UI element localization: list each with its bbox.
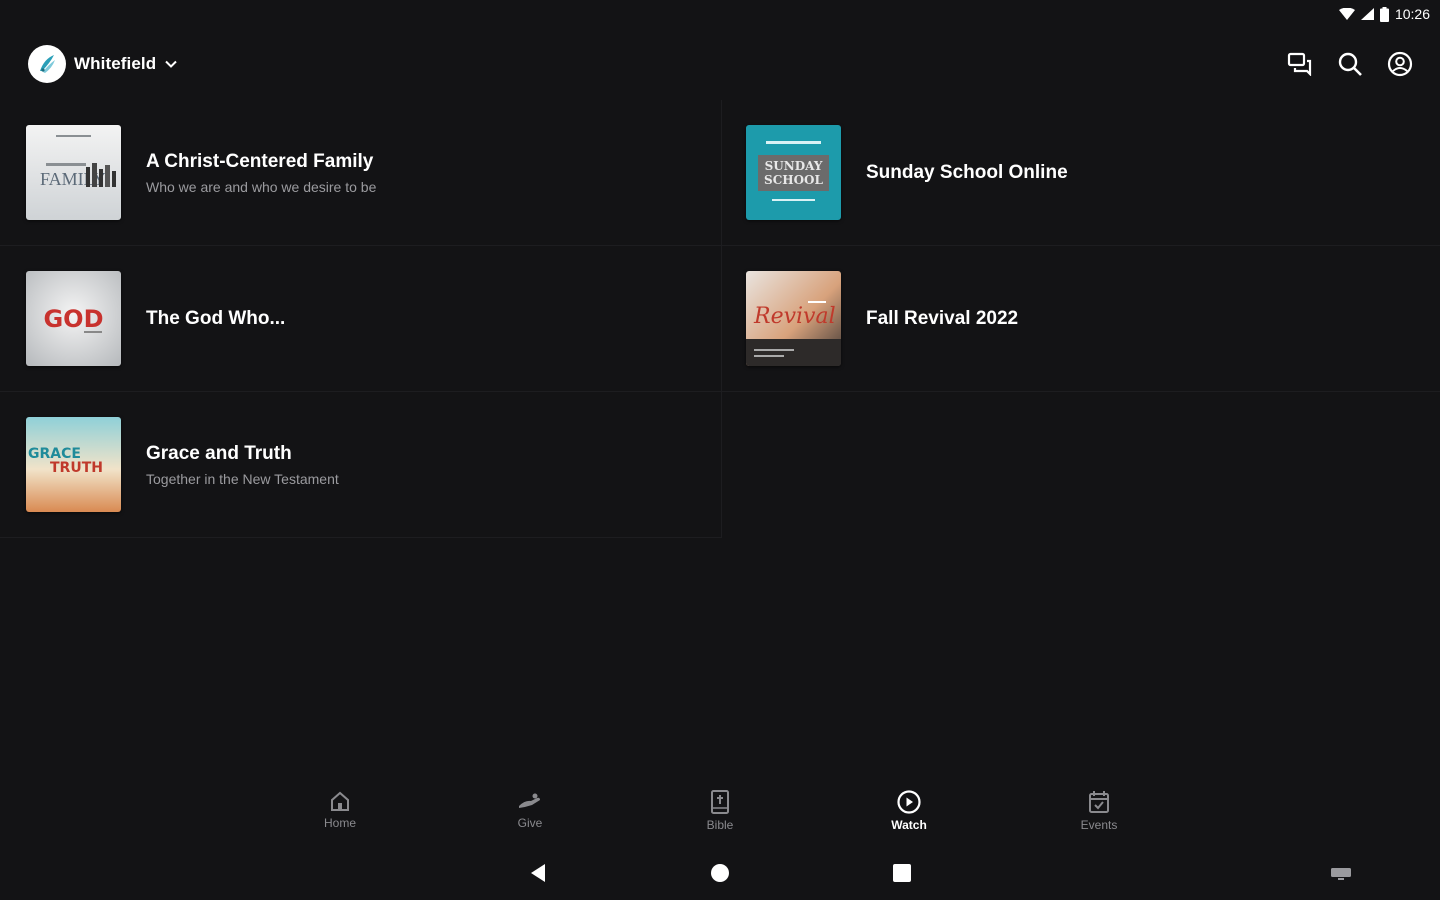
system-back-button[interactable]: [528, 862, 548, 889]
church-switcher[interactable]: Whitefield: [28, 45, 178, 83]
series-subtitle: Together in the New Testament: [146, 470, 339, 487]
status-bar: 10:26: [1300, 0, 1440, 28]
svg-text:GOD: GOD: [43, 305, 103, 333]
app-bar: Whitefield: [0, 40, 1440, 88]
nav-watch-label: Watch: [891, 818, 927, 832]
chat-button[interactable]: [1286, 50, 1314, 78]
series-title: Sunday School Online: [866, 161, 1068, 183]
series-card-grace-and-truth[interactable]: GRACE TRUTH Grace and Truth Together in …: [0, 392, 722, 538]
play-circle-icon: [897, 790, 921, 814]
home-circle-icon: [711, 864, 729, 882]
bible-icon: [711, 790, 729, 814]
nav-events-label: Events: [1080, 818, 1118, 832]
nav-home[interactable]: Home: [295, 790, 385, 830]
series-card-christ-centered-family[interactable]: FAMILY A Christ-Centered Family Who we a…: [0, 100, 722, 246]
nav-give-label: Give: [517, 816, 543, 830]
keyboard-icon: [1331, 868, 1351, 880]
calendar-icon: [1089, 791, 1109, 813]
series-card-fall-revival-2022[interactable]: Revival Fall Revival 2022: [722, 246, 1440, 392]
system-nav-bar: [0, 858, 1440, 888]
nav-events[interactable]: Events: [1054, 790, 1144, 832]
chat-icon: [1287, 52, 1312, 76]
series-card-the-god-who[interactable]: GOD The God Who...: [0, 246, 722, 392]
nav-watch[interactable]: Watch: [864, 790, 954, 832]
account-icon: [1387, 51, 1413, 77]
system-recents-button[interactable]: [892, 862, 912, 889]
svg-text:SUNDAY: SUNDAY: [765, 159, 823, 173]
church-name: Whitefield: [74, 54, 157, 73]
series-card-sunday-school-online[interactable]: SUNDAY SCHOOL Sunday School Online: [722, 100, 1440, 246]
keyboard-switch-button[interactable]: [1330, 862, 1352, 889]
svg-text:Revival: Revival: [753, 304, 836, 329]
nav-home-label: Home: [323, 816, 356, 830]
series-thumbnail: GRACE TRUTH: [26, 417, 121, 512]
back-triangle-icon: [531, 864, 545, 882]
church-logo: [28, 45, 66, 83]
battery-icon: [1379, 6, 1389, 22]
status-time: 10:26: [1394, 6, 1430, 22]
nav-bible[interactable]: Bible: [675, 790, 765, 832]
series-thumbnail: FAMILY: [26, 125, 121, 220]
system-home-button[interactable]: [710, 862, 730, 889]
series-title: Fall Revival 2022: [866, 307, 1019, 329]
series-thumbnail: GOD: [26, 271, 121, 366]
nav-give[interactable]: Give: [485, 790, 575, 830]
series-subtitle: Who we are and who we desire to be: [146, 178, 377, 195]
give-hand-icon: [519, 793, 540, 808]
home-icon: [331, 791, 349, 811]
svg-text:TRUTH: TRUTH: [50, 460, 103, 476]
series-thumbnail: SUNDAY SCHOOL: [746, 125, 841, 220]
series-title: The God Who...: [146, 307, 286, 329]
nav-bible-label: Bible: [706, 818, 734, 832]
series-grid: FAMILY A Christ-Centered Family Who we a…: [0, 100, 1440, 538]
search-icon: [1338, 52, 1362, 76]
recents-square-icon: [893, 864, 911, 882]
cell-signal-icon: [1360, 8, 1374, 20]
search-button[interactable]: [1336, 50, 1364, 78]
series-thumbnail: Revival: [746, 271, 841, 366]
bottom-nav: Home Give Bible Watch Events: [0, 790, 1440, 842]
wifi-icon: [1338, 8, 1355, 20]
series-title: A Christ-Centered Family: [146, 150, 374, 172]
series-title: Grace and Truth: [146, 442, 292, 464]
chevron-down-icon: [165, 60, 177, 68]
account-button[interactable]: [1386, 50, 1414, 78]
svg-text:SCHOOL: SCHOOL: [764, 173, 823, 187]
